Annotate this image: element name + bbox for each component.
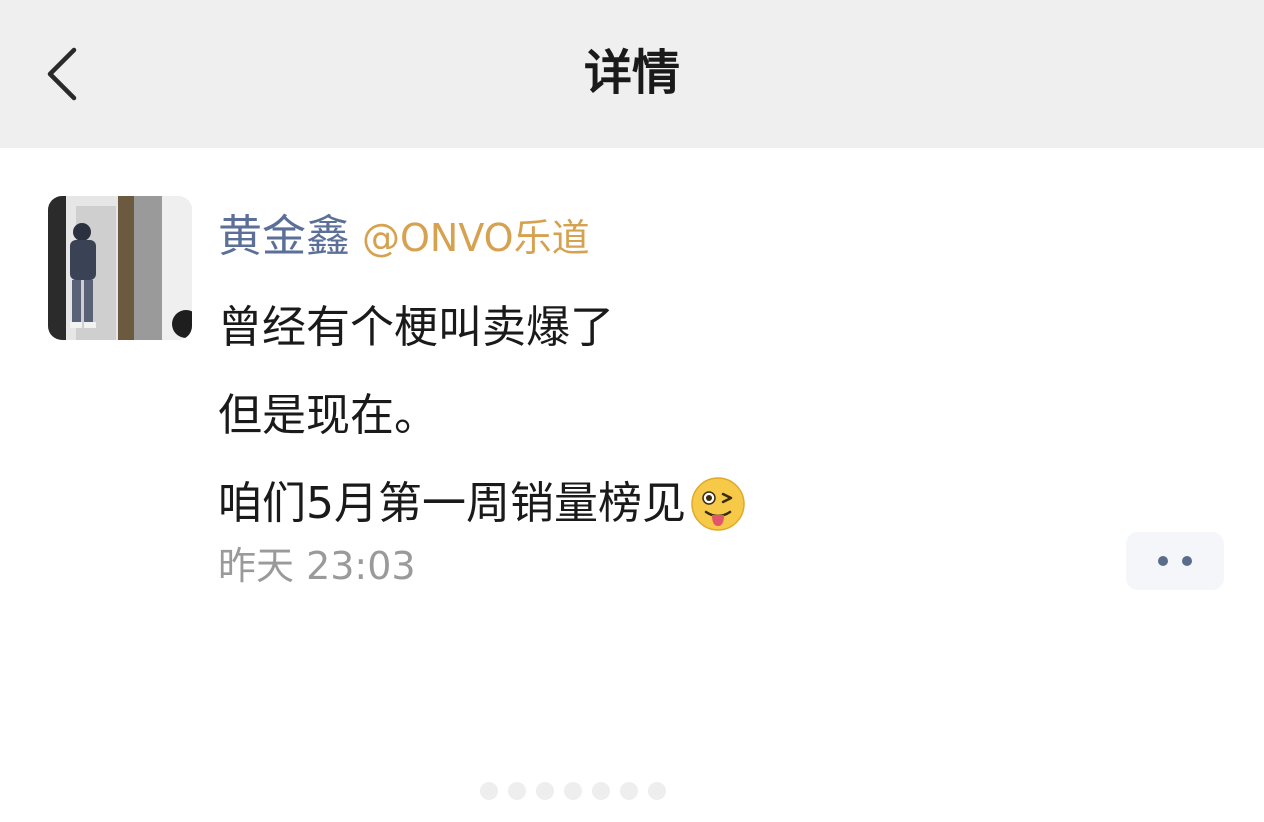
avatar[interactable] xyxy=(48,196,192,340)
author-row: 黄金鑫 @ONVO乐道 xyxy=(218,200,590,268)
post-detail-screen: 详情 黄金鑫 @ONVO乐道 曾经有个梗叫卖爆了 但是现在。 咱们5月第一周销量… xyxy=(0,0,1264,822)
page-title: 详情 xyxy=(583,45,680,101)
more-dots-icon xyxy=(1182,556,1192,566)
author-handle[interactable]: @ONVO乐道 xyxy=(362,207,590,262)
post-line-3: 咱们5月第一周销量榜见 xyxy=(218,460,1118,548)
wink-tongue-emoji-icon xyxy=(691,477,745,531)
more-dots-icon xyxy=(1158,556,1168,566)
top-bar: 详情 xyxy=(0,0,1264,148)
post-line-text: 咱们5月第一周销量榜见 xyxy=(218,478,686,529)
post-timestamp: 昨天 23:03 xyxy=(218,544,416,588)
post-line-1: 曾经有个梗叫卖爆了 xyxy=(218,284,1118,372)
post-line-text: 但是现在。 xyxy=(218,390,438,441)
post-body: 曾经有个梗叫卖爆了 但是现在。 咱们5月第一周销量榜见 xyxy=(218,284,1118,548)
avatar-image xyxy=(48,196,192,340)
post-line-text: 曾经有个梗叫卖爆了 xyxy=(218,302,614,353)
author-name[interactable]: 黄金鑫 xyxy=(218,200,350,264)
scroll-hint xyxy=(480,782,666,812)
post-line-2: 但是现在。 xyxy=(218,372,1118,460)
more-options-button[interactable] xyxy=(1126,532,1224,590)
